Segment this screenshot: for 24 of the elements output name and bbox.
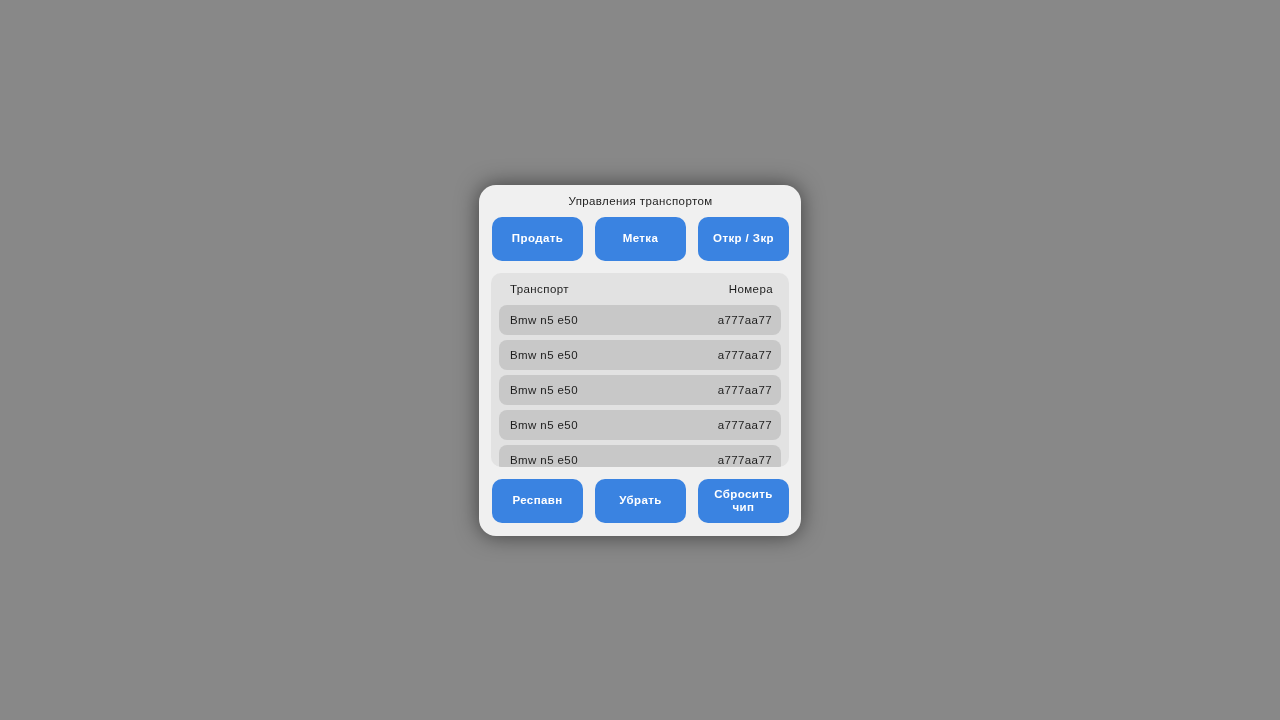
vehicle-name: Bmw n5 e50 — [510, 348, 578, 361]
plate-number: a777aa77 — [717, 453, 772, 466]
action-button[interactable]: Убрать — [595, 478, 686, 523]
vehicle-name: Bmw n5 e50 — [510, 418, 578, 431]
action-button[interactable]: Сбросить чип — [698, 478, 789, 523]
vehicle-row[interactable]: Bmw n5 e50 a777aa77 — [499, 374, 781, 405]
action-button[interactable]: Респавн — [492, 478, 583, 523]
vehicle-row[interactable]: Bmw n5 e50 a777aa77 — [499, 409, 781, 440]
vehicle-row[interactable]: Bmw n5 e50 a777aa77 — [499, 444, 781, 467]
action-button[interactable]: Продать — [492, 216, 583, 261]
plate-number: a777aa77 — [717, 383, 772, 396]
action-button[interactable]: Метка — [595, 216, 686, 261]
vehicle-name: Bmw n5 e50 — [510, 383, 578, 396]
plate-number: a777aa77 — [717, 348, 772, 361]
vehicle-row[interactable]: Bmw n5 e50 a777aa77 — [499, 339, 781, 370]
vehicle-name: Bmw n5 e50 — [510, 453, 578, 466]
action-button[interactable]: Откр / Зкр — [698, 216, 789, 261]
plate-number: a777aa77 — [717, 313, 772, 326]
column-header: Номера — [728, 282, 773, 295]
column-header: Транспорт — [510, 282, 569, 295]
plate-number: a777aa77 — [717, 418, 772, 431]
panel-title: Управления транспортом — [568, 193, 713, 208]
vehicle-row[interactable]: Bmw n5 e50 a777aa77 — [499, 304, 781, 335]
vehicle-name: Bmw n5 e50 — [510, 313, 578, 326]
